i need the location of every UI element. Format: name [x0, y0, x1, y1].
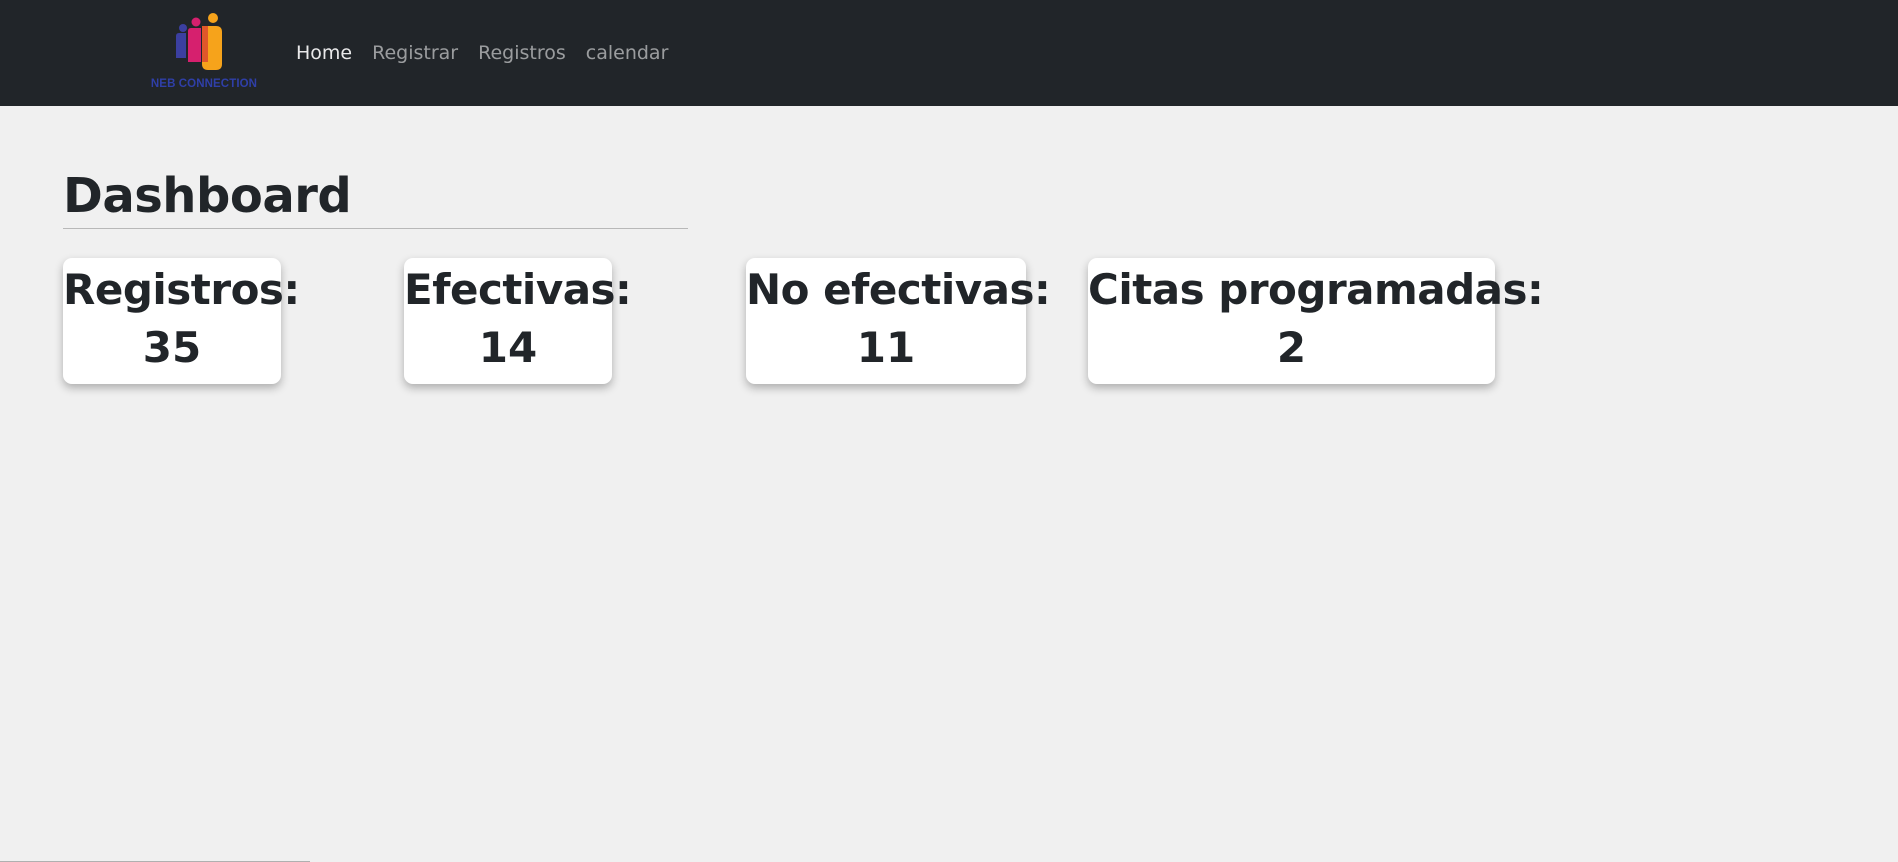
- nav-registros-link[interactable]: Registros: [468, 38, 576, 68]
- main-nav: Home Registrar Registros calendar: [286, 38, 678, 68]
- stat-label-registros: Registros:: [63, 265, 300, 314]
- stat-value-no-efectivas: 11: [856, 323, 916, 372]
- stat-value-registros: 35: [142, 323, 202, 372]
- stat-card-citas-programadas: Citas programadas: 2: [1088, 258, 1544, 384]
- stat-label-no-efectivas: No efectivas:: [746, 265, 1051, 314]
- stat-card-no-efectivas: No efectivas: 11: [746, 258, 1051, 384]
- stat-value-efectivas: 14: [478, 323, 538, 372]
- stat-label-citas-programadas: Citas programadas:: [1088, 265, 1544, 314]
- stat-label-efectivas: Efectivas:: [404, 265, 632, 314]
- stat-card-efectivas: Efectivas: 14: [404, 258, 632, 384]
- page-title: Dashboard: [63, 168, 352, 224]
- stat-card-registros: Registros: 35: [63, 258, 300, 384]
- stat-value-citas-programadas: 2: [1276, 323, 1307, 372]
- people-logo-icon: [176, 13, 222, 70]
- brand-logo-link[interactable]: NEB CONNECTION: [136, 10, 270, 94]
- nav-calendar-link[interactable]: calendar: [576, 38, 679, 68]
- top-navbar: NEB CONNECTION Home Registrar Registros …: [0, 0, 1898, 106]
- brand-name: NEB CONNECTION: [150, 78, 258, 90]
- title-divider: [63, 228, 688, 229]
- nav-registrar-link[interactable]: Registrar: [362, 38, 468, 68]
- nav-home-link[interactable]: Home: [286, 38, 362, 68]
